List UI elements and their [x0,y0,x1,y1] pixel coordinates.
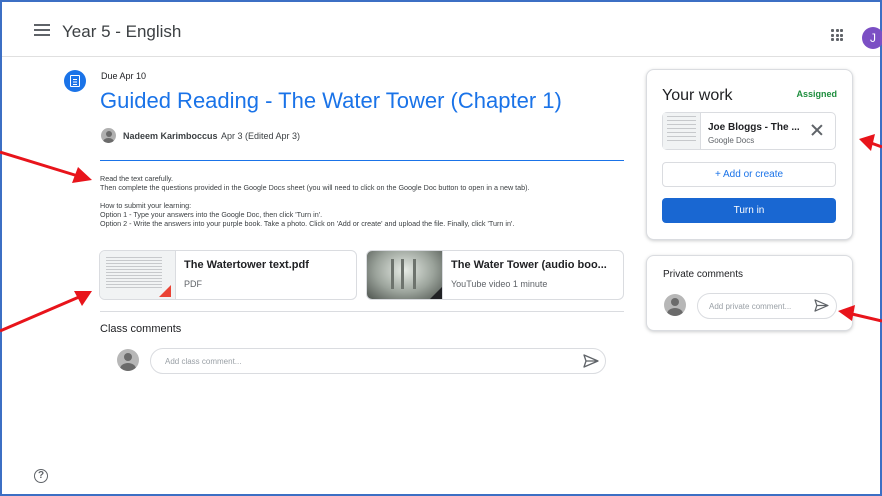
send-icon[interactable] [814,299,829,312]
attachment-video[interactable]: The Water Tower (audio boo... YouTube vi… [366,250,624,300]
author-name: Nadeem Karimboccus [123,131,218,141]
description-line: Read the text carefully. [100,174,173,183]
account-avatar[interactable]: J [862,27,882,49]
title-divider [100,160,624,161]
your-work-card: Your work Assigned Joe Bloggs - The ... … [646,69,853,240]
post-date: Apr 3 (Edited Apr 3) [221,131,301,141]
user-avatar [117,349,139,371]
attachment-type: PDF [184,279,202,289]
pdf-icon [100,251,176,299]
attached-work-file[interactable]: Joe Bloggs - The ... Google Docs [662,112,836,150]
google-apps-icon[interactable] [831,29,843,41]
close-icon[interactable] [810,123,824,137]
send-icon[interactable] [583,354,599,368]
help-icon[interactable]: ? [34,469,48,483]
work-file-name: Joe Bloggs - The ... [708,122,800,133]
assignment-icon [64,70,86,92]
add-or-create-button[interactable]: + Add or create [662,162,836,187]
attachment-type: YouTube video 1 minute [451,279,548,289]
description-line: Then complete the questions provided in … [100,183,530,192]
class-title[interactable]: Year 5 - English [62,22,181,42]
status-badge: Assigned [796,89,837,99]
class-comments-heading: Class comments [100,323,182,335]
description-line: Option 1 - Type your answers into the Go… [100,210,323,219]
attachment-title: The Water Tower (audio boo... [451,259,607,271]
private-comments-card: Private comments [646,255,853,331]
turn-in-button[interactable]: Turn in [662,198,836,223]
due-date: Due Apr 10 [101,71,147,81]
class-comment-input[interactable] [150,348,606,374]
work-file-type: Google Docs [708,136,755,145]
section-divider [100,311,624,312]
attachment-title: The Watertower text.pdf [184,259,309,271]
description-line: Option 2 - Write the answers into your p… [100,219,515,228]
top-bar: Year 5 - English J [2,2,882,57]
your-work-heading: Your work [662,87,733,104]
assignment-title: Guided Reading - The Water Tower (Chapte… [100,88,562,113]
author-avatar [101,128,116,143]
assignment-description: Read the text carefully. Then complete t… [100,174,640,228]
private-comments-heading: Private comments [663,269,744,280]
google-docs-thumbnail [663,113,701,149]
video-icon [367,251,443,299]
user-avatar [664,294,686,316]
description-line: How to submit your learning: [100,201,192,210]
hamburger-menu-icon[interactable] [34,24,50,36]
attachment-pdf[interactable]: The Watertower text.pdf PDF [99,250,357,300]
